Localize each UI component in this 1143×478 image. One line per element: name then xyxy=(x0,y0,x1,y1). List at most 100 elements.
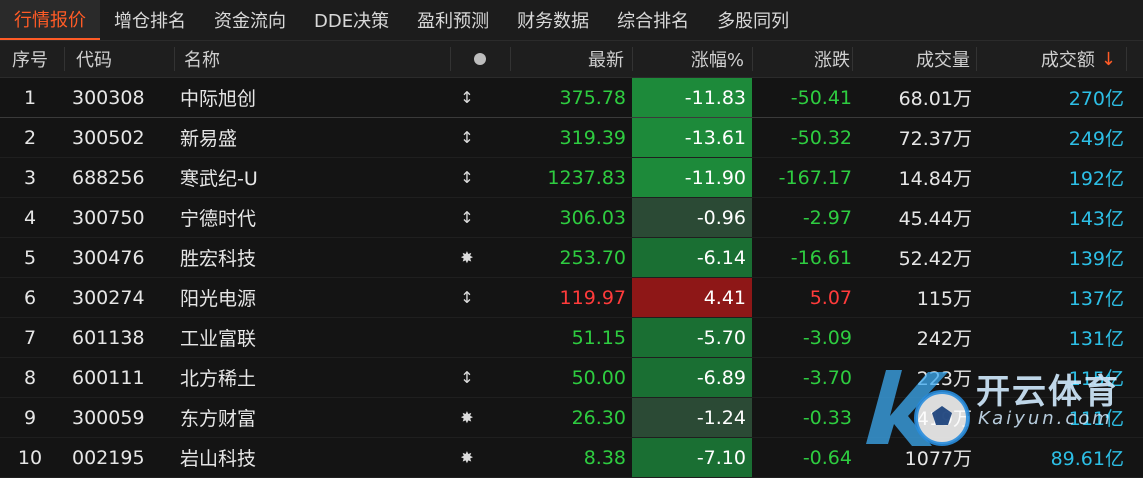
col-amt[interactable]: 成交额 ↓ xyxy=(990,41,1116,77)
row-change: -3.70 xyxy=(802,366,852,389)
row-volume: 72.37万 xyxy=(898,128,972,150)
star-burst-icon: ✸ xyxy=(460,408,474,427)
tab-dde[interactable]: DDE决策 xyxy=(300,0,403,40)
row-volume: 68.01万 xyxy=(898,88,972,110)
row-change-pct: -0.96 xyxy=(632,198,752,237)
table-header: 序号 代码 名称 最新 涨幅% 涨跌 成交量 成交额 ↓ xyxy=(0,41,1143,78)
updown-arrow-icon: ↕ xyxy=(460,88,474,107)
row-name: 新易盛 xyxy=(180,128,238,150)
tab-financial-data[interactable]: 财务数据 xyxy=(503,0,603,40)
tab-composite-rank[interactable]: 综合排名 xyxy=(603,0,703,40)
row-amount: 111亿 xyxy=(1068,408,1124,430)
table-row[interactable]: 5 300476 胜宏科技 ✸ 253.70 -6.14 -16.61 52.4… xyxy=(0,238,1143,278)
row-change: -16.61 xyxy=(790,246,852,269)
col-separator[interactable] xyxy=(174,47,175,71)
col-separator[interactable] xyxy=(976,47,977,71)
col-separator[interactable] xyxy=(632,47,633,71)
row-seq: 4 xyxy=(23,206,37,229)
sort-desc-icon: ↓ xyxy=(1100,48,1116,70)
updown-arrow-icon: ↕ xyxy=(460,208,474,227)
table-row[interactable]: 6 300274 阳光电源 ↕ 119.97 4.41 5.07 115万 13… xyxy=(0,278,1143,318)
row-seq: 8 xyxy=(23,366,37,389)
row-volume: 115万 xyxy=(916,288,972,310)
row-change-pct: -11.90 xyxy=(632,158,752,197)
row-code: 300502 xyxy=(72,126,145,149)
table-row[interactable]: 10 002195 岩山科技 ✸ 8.38 -7.10 -0.64 1077万 … xyxy=(0,438,1143,478)
row-code: 600111 xyxy=(72,366,145,389)
row-seq: 5 xyxy=(23,246,37,269)
row-last-price: 253.70 xyxy=(559,246,626,269)
col-separator[interactable] xyxy=(510,47,511,71)
updown-arrow-icon: ↕ xyxy=(460,128,474,147)
row-amount: 270亿 xyxy=(1068,88,1124,110)
col-vol[interactable]: 成交量 xyxy=(860,41,970,77)
row-last-price: 50.00 xyxy=(571,366,626,389)
col-separator[interactable] xyxy=(450,47,451,71)
row-change: -50.32 xyxy=(790,126,852,149)
row-change: -50.41 xyxy=(790,86,852,109)
row-change: 5.07 xyxy=(809,286,852,309)
tab-multi-stock[interactable]: 多股同列 xyxy=(703,0,803,40)
table-row[interactable]: 8 600111 北方稀土 ↕ 50.00 -6.89 -3.70 223万 1… xyxy=(0,358,1143,398)
row-last-price: 375.78 xyxy=(559,86,626,109)
updown-arrow-icon: ↕ xyxy=(460,288,474,307)
row-code: 688256 xyxy=(72,166,145,189)
row-amount: 192亿 xyxy=(1068,168,1124,190)
row-volume: 45.44万 xyxy=(898,208,972,230)
tab-quotes[interactable]: 行情报价 xyxy=(0,0,100,40)
table-row[interactable]: 2 300502 新易盛 ↕ 319.39 -13.61 -50.32 72.3… xyxy=(0,118,1143,158)
row-last-price: 119.97 xyxy=(559,286,626,309)
col-pct[interactable]: 涨幅% xyxy=(640,41,744,77)
row-change: -0.33 xyxy=(802,406,852,429)
col-last[interactable]: 最新 xyxy=(540,41,624,77)
row-change: -3.09 xyxy=(802,326,852,349)
col-amt-label: 成交额 xyxy=(1040,50,1095,71)
row-code: 300059 xyxy=(72,406,145,429)
row-volume: 52.42万 xyxy=(898,248,972,270)
row-seq: 6 xyxy=(23,286,37,309)
row-amount: 249亿 xyxy=(1068,128,1124,150)
updown-arrow-icon: ↕ xyxy=(460,168,474,187)
row-code: 300750 xyxy=(72,206,145,229)
star-burst-icon: ✸ xyxy=(460,248,474,267)
dot-icon xyxy=(474,53,486,65)
row-last-price: 1237.83 xyxy=(547,166,626,189)
row-seq: 9 xyxy=(23,406,37,429)
col-separator[interactable] xyxy=(852,47,853,71)
row-name: 阳光电源 xyxy=(180,288,257,310)
table-row[interactable]: 1 300308 中际旭创 ↕ 375.78 -11.83 -50.41 68.… xyxy=(0,78,1143,118)
row-last-price: 26.30 xyxy=(571,406,626,429)
table-row[interactable]: 4 300750 宁德时代 ↕ 306.03 -0.96 -2.97 45.44… xyxy=(0,198,1143,238)
col-mark[interactable] xyxy=(474,41,486,77)
table-row[interactable]: 9 300059 东方财富 ✸ 26.30 -1.24 -0.33 419万 1… xyxy=(0,398,1143,438)
row-amount: 115亿 xyxy=(1068,368,1124,390)
tab-fund-flow[interactable]: 资金流向 xyxy=(200,0,300,40)
row-code: 300476 xyxy=(72,246,145,269)
col-chg[interactable]: 涨跌 xyxy=(760,41,850,77)
table-row[interactable]: 3 688256 寒武纪-U ↕ 1237.83 -11.90 -167.17 … xyxy=(0,158,1143,198)
row-change-pct: -1.24 xyxy=(632,398,752,437)
row-volume: 14.84万 xyxy=(898,168,972,190)
col-separator[interactable] xyxy=(752,47,753,71)
row-seq: 2 xyxy=(23,126,37,149)
row-change-pct: -11.83 xyxy=(632,78,752,117)
row-mark xyxy=(452,318,482,357)
col-seq[interactable]: 序号 xyxy=(12,41,48,77)
row-change: -167.17 xyxy=(778,166,852,189)
row-change-pct: 4.41 xyxy=(632,278,752,317)
col-code[interactable]: 代码 xyxy=(76,41,112,77)
tab-position-rank[interactable]: 增仓排名 xyxy=(100,0,200,40)
col-separator[interactable] xyxy=(64,47,65,71)
row-name: 胜宏科技 xyxy=(180,248,257,270)
col-separator[interactable] xyxy=(1126,47,1127,71)
quote-table: 1 300308 中际旭创 ↕ 375.78 -11.83 -50.41 68.… xyxy=(0,78,1143,478)
row-name: 北方稀土 xyxy=(180,368,257,390)
tab-profit-forecast[interactable]: 盈利预测 xyxy=(403,0,503,40)
row-name: 工业富联 xyxy=(180,328,257,350)
row-change-pct: -5.70 xyxy=(632,318,752,357)
row-volume: 419万 xyxy=(916,408,972,430)
updown-arrow-icon: ↕ xyxy=(460,368,474,387)
col-name[interactable]: 名称 xyxy=(184,41,220,77)
row-last-price: 319.39 xyxy=(559,126,626,149)
table-row[interactable]: 7 601138 工业富联 51.15 -5.70 -3.09 242万 131… xyxy=(0,318,1143,358)
